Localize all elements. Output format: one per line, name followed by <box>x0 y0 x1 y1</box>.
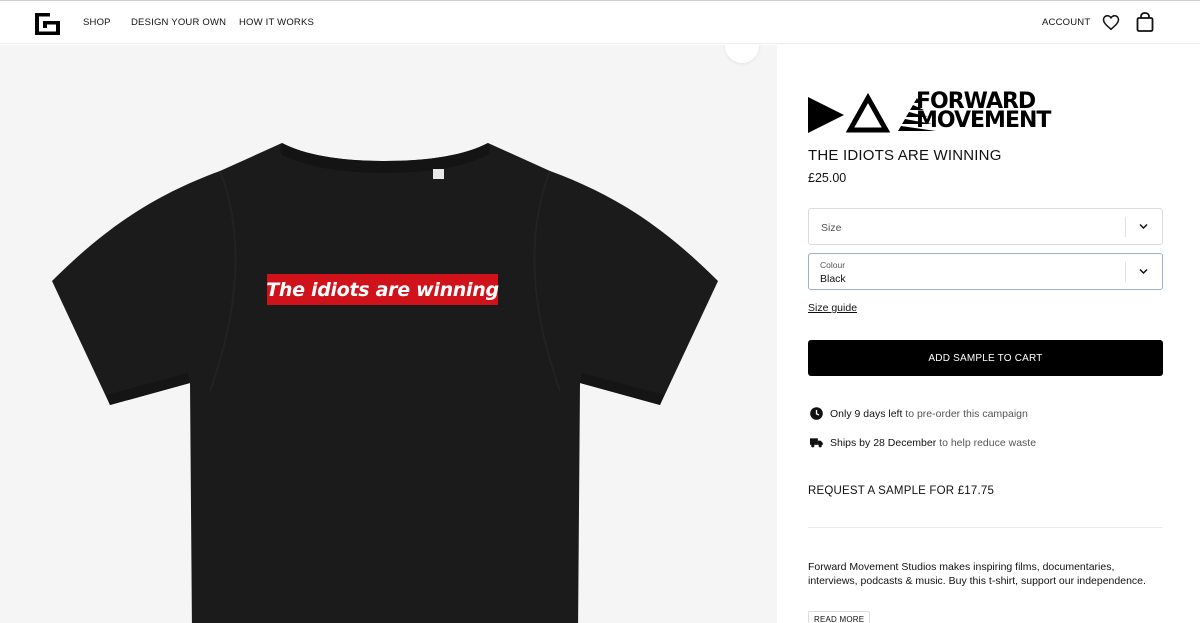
shipping-info: Ships by 28 December to help reduce wast… <box>810 436 1036 449</box>
ships-rest: to help reduce waste <box>936 436 1037 449</box>
shopping-bag-icon[interactable] <box>1136 12 1154 32</box>
ships-bold: Ships by 28 December <box>830 436 937 449</box>
section-divider <box>808 527 1163 528</box>
clock-icon <box>810 407 823 420</box>
nav-design-your-own[interactable]: DESIGN YOUR OWN <box>131 17 226 28</box>
select-divider <box>1125 262 1126 282</box>
shirt-print: The idiots are winning <box>266 274 499 305</box>
product-price: £25.00 <box>808 171 847 185</box>
nav-how-it-works[interactable]: HOW IT WORKS <box>239 17 314 28</box>
select-divider <box>1125 217 1126 237</box>
product-image-area: The idiots are winning <box>0 45 777 623</box>
size-select-label: Size <box>821 222 842 234</box>
preorder-info: Only 9 days left to pre-order this campa… <box>810 407 1028 420</box>
product-details-panel: FORWARD MOVEMENT THE IDIOTS ARE WINNING … <box>777 45 1200 623</box>
read-more-button[interactable]: READ MORE <box>808 611 871 623</box>
chevron-down-icon <box>1139 268 1148 275</box>
store-logo-icon[interactable] <box>35 13 60 35</box>
add-sample-to-cart-button[interactable]: ADD SAMPLE TO CART <box>808 340 1163 376</box>
preorder-bold: Only 9 days left <box>830 407 903 420</box>
request-sample-link[interactable]: REQUEST A SAMPLE FOR £17.75 <box>808 485 994 497</box>
preorder-rest: to pre-order this campaign <box>902 407 1028 420</box>
chevron-down-icon <box>1139 223 1148 230</box>
size-select[interactable]: Size <box>808 208 1163 245</box>
colour-select-value: Black <box>820 273 846 285</box>
product-description: Forward Movement Studios makes inspiring… <box>808 561 1146 587</box>
site-header: SHOP DESIGN YOUR OWN HOW IT WORKS ACCOUN… <box>0 1 1200 44</box>
tshirt-image <box>52 143 718 623</box>
zoom-icon[interactable] <box>725 45 759 63</box>
brand-name: FORWARD MOVEMENT <box>916 91 1051 133</box>
colour-select-label: Colour <box>820 260 846 270</box>
truck-icon <box>810 438 823 448</box>
product-title: THE IDIOTS ARE WINNING <box>808 147 1002 164</box>
size-guide-link[interactable]: Size guide <box>808 302 857 314</box>
nav-account[interactable]: ACCOUNT <box>1042 17 1090 28</box>
shirt-print-text: The idiots are winning <box>266 278 499 301</box>
nav-shop[interactable]: SHOP <box>83 17 111 28</box>
heart-icon[interactable] <box>1102 14 1120 31</box>
colour-select[interactable]: Colour Black <box>808 253 1163 290</box>
brand-line-2: MOVEMENT <box>916 108 1051 133</box>
